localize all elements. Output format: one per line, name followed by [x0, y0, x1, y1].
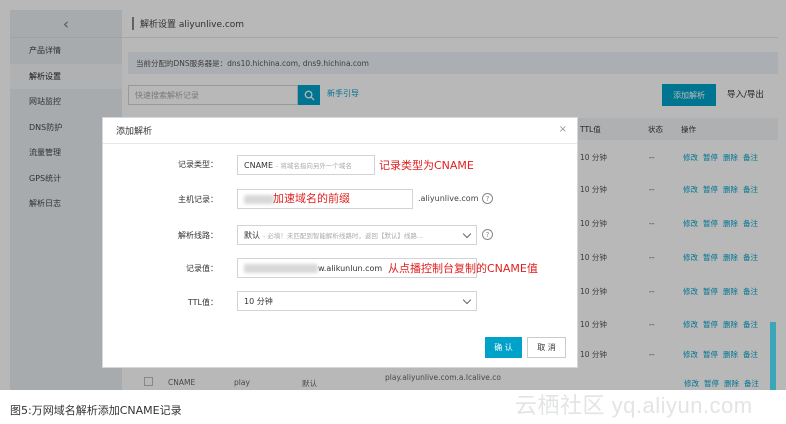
confirm-button[interactable]: 确 认	[485, 337, 522, 358]
chevron-down-icon	[462, 295, 472, 305]
host-redacted	[244, 194, 274, 204]
record-type-label: 记录类型：	[178, 160, 218, 169]
line-select[interactable]: 默认 - 必填！未匹配到智能解析线路时，返回【默认】线路...	[237, 225, 477, 245]
record-value-annotation: 从点播控制台复制的CNAME值	[388, 262, 538, 275]
dialog-title: 添加解析	[103, 118, 577, 144]
record-type-value: CNAME	[244, 160, 273, 170]
side-feedback-tab[interactable]	[770, 322, 776, 390]
record-value-redacted	[244, 263, 318, 273]
host-label: 主机记录：	[178, 195, 218, 204]
ttl-label: TTL值：	[187, 298, 218, 307]
ttl-value: 10 分钟	[244, 296, 273, 306]
line-value: 默认	[244, 230, 260, 240]
record-type-annotation: 记录类型为CNAME	[379, 159, 474, 172]
host-suffix: .aliyunlive.com	[418, 194, 479, 203]
figure-caption: 图5:万网域名解析添加CNAME记录	[10, 404, 182, 417]
close-icon[interactable]: ×	[559, 124, 567, 135]
record-value-label: 记录值：	[186, 264, 218, 273]
help-icon[interactable]: ?	[482, 193, 493, 204]
chevron-down-icon	[462, 229, 472, 239]
ttl-select[interactable]: 10 分钟	[237, 291, 477, 311]
line-label: 解析线路：	[178, 231, 218, 240]
help-icon[interactable]: ?	[482, 229, 493, 240]
record-type-hint: - 将域名指向另外一个域名	[276, 162, 352, 170]
line-hint: - 必填！未匹配到智能解析线路时，返回【默认】线路...	[263, 232, 424, 240]
record-type-select[interactable]: CNAME - 将域名指向另外一个域名	[237, 155, 375, 175]
watermark: 云栖社区 yq.aliyun.com	[515, 393, 753, 418]
record-value-text: w.alikunlun.com	[318, 263, 383, 273]
host-annotation: 加速域名的前缀	[273, 192, 350, 205]
cancel-button[interactable]: 取 消	[527, 337, 566, 358]
